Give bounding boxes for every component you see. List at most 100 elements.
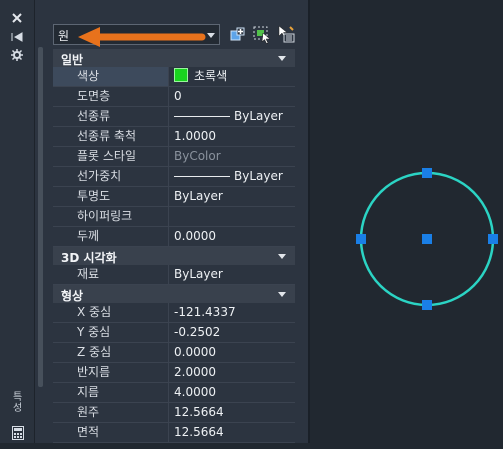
- property-value-text: -121.4337: [174, 305, 236, 319]
- object-type-value: 원: [58, 29, 70, 43]
- property-row[interactable]: 플롯 스타일 ByColor: [53, 147, 295, 167]
- property-name: 면적: [53, 423, 169, 442]
- property-name: 선가중치: [53, 167, 169, 186]
- property-name: Y 중심: [53, 323, 169, 342]
- property-name: 플롯 스타일: [53, 147, 169, 166]
- property-name: 하이퍼링크: [53, 207, 169, 226]
- property-name: 도면층: [53, 87, 169, 106]
- collapse-caret-icon[interactable]: [278, 56, 286, 61]
- property-value[interactable]: ByLayer: [171, 187, 295, 206]
- property-value[interactable]: 0: [171, 87, 295, 106]
- palette-scrollbar[interactable]: [38, 47, 43, 387]
- property-row[interactable]: 도면층 0: [53, 87, 295, 107]
- drawing-canvas[interactable]: [310, 0, 503, 449]
- category-header[interactable]: 3D 시각화: [53, 247, 295, 265]
- property-value[interactable]: ByLayer: [171, 265, 295, 284]
- property-value-text: ByLayer: [234, 169, 283, 183]
- property-name: 반지름: [53, 363, 169, 382]
- property-value[interactable]: [171, 207, 295, 226]
- properties-menu-icon[interactable]: [9, 47, 25, 63]
- property-row[interactable]: 원주 12.5664: [53, 403, 295, 423]
- property-row[interactable]: 선종류 축척 1.0000: [53, 127, 295, 147]
- category-label: 3D 시각화: [61, 251, 117, 265]
- palette-vertical-title: 특성: [13, 392, 23, 414]
- property-grid: 일반 색상 초록색도면층 0 선종류 ByLayer 선종류 축척 1.0000 플롯 스타일 B…: [53, 49, 295, 443]
- property-row[interactable]: 반지름 2.0000: [53, 363, 295, 383]
- selected-circle[interactable]: [310, 0, 503, 449]
- property-value[interactable]: 2.0000: [171, 363, 295, 382]
- category-label: 일반: [61, 53, 84, 67]
- category-header[interactable]: 일반: [53, 49, 295, 67]
- select-objects-icon[interactable]: [252, 24, 272, 44]
- category-label: 형상: [61, 289, 84, 303]
- property-value-text: ByColor: [174, 149, 221, 163]
- property-value-text: 2.0000: [174, 365, 216, 379]
- property-name: 두께: [53, 227, 169, 246]
- property-row[interactable]: Y 중심 -0.2502: [53, 323, 295, 343]
- property-row[interactable]: 두께 0.0000: [53, 227, 295, 247]
- property-row[interactable]: Z 중심 0.0000: [53, 343, 295, 363]
- property-value[interactable]: 0.0000: [171, 343, 295, 362]
- property-name: 재료: [53, 265, 169, 284]
- property-row[interactable]: 면적 12.5664: [53, 423, 295, 443]
- grip-center: [422, 234, 432, 244]
- property-name: X 중심: [53, 303, 169, 322]
- property-value[interactable]: 4.0000: [171, 383, 295, 402]
- linetype-preview-icon: [174, 116, 230, 117]
- quick-select-icon[interactable]: [276, 24, 296, 44]
- property-value[interactable]: -0.2502: [171, 323, 295, 342]
- annotation-arrow-icon: [78, 27, 206, 47]
- category-header[interactable]: 형상: [53, 285, 295, 303]
- property-value[interactable]: 12.5664: [171, 423, 295, 442]
- property-value[interactable]: 12.5664: [171, 403, 295, 422]
- linetype-preview-icon: [174, 176, 230, 177]
- property-value-text: -0.2502: [174, 325, 221, 339]
- collapse-caret-icon[interactable]: [278, 292, 286, 297]
- grip-top: [422, 168, 432, 178]
- grip-right: [488, 234, 498, 244]
- property-value-text: 초록색: [194, 69, 228, 83]
- property-value-text: 12.5664: [174, 405, 224, 419]
- property-name: 선종류: [53, 107, 169, 126]
- property-name: 색상: [53, 67, 169, 86]
- property-name: 원주: [53, 403, 169, 422]
- property-value-text: ByLayer: [174, 189, 223, 203]
- property-value-text: 0.0000: [174, 229, 216, 243]
- property-value[interactable]: -121.4337: [171, 303, 295, 322]
- property-name: 지름: [53, 383, 169, 402]
- property-value[interactable]: ByColor: [171, 147, 295, 166]
- property-value[interactable]: 초록색: [171, 67, 295, 86]
- property-value[interactable]: 1.0000: [171, 127, 295, 146]
- property-row[interactable]: 선가중치 ByLayer: [53, 167, 295, 187]
- close-icon[interactable]: [9, 10, 25, 26]
- property-value-text: 0.0000: [174, 345, 216, 359]
- property-value-text: ByLayer: [174, 267, 223, 281]
- property-value-text: 12.5664: [174, 425, 224, 439]
- grip-left: [356, 234, 366, 244]
- property-value[interactable]: 0.0000: [171, 227, 295, 246]
- property-row[interactable]: 색상 초록색: [53, 67, 295, 87]
- color-swatch-icon: [174, 68, 188, 82]
- quickcalc-icon[interactable]: [12, 426, 24, 440]
- property-value-text: ByLayer: [234, 109, 283, 123]
- property-row[interactable]: 재료 ByLayer: [53, 265, 295, 285]
- palette-title-bar[interactable]: 특성: [0, 0, 35, 443]
- property-row[interactable]: X 중심 -121.4337: [53, 303, 295, 323]
- property-row[interactable]: 투명도 ByLayer: [53, 187, 295, 207]
- grip-bottom: [422, 300, 432, 310]
- property-name: Z 중심: [53, 343, 169, 362]
- auto-hide-icon[interactable]: [9, 29, 25, 45]
- chevron-down-icon[interactable]: [207, 33, 215, 38]
- property-value[interactable]: ByLayer: [171, 107, 295, 126]
- toggle-pickadd-icon[interactable]: [228, 24, 248, 44]
- property-value-text: 0: [174, 89, 182, 103]
- collapse-caret-icon[interactable]: [278, 254, 286, 259]
- property-row[interactable]: 하이퍼링크: [53, 207, 295, 227]
- property-row[interactable]: 지름 4.0000: [53, 383, 295, 403]
- property-name: 투명도: [53, 187, 169, 206]
- property-value-text: 1.0000: [174, 129, 216, 143]
- property-value[interactable]: ByLayer: [171, 167, 295, 186]
- property-name: 선종류 축척: [53, 127, 169, 146]
- property-value-text: 4.0000: [174, 385, 216, 399]
- property-row[interactable]: 선종류 ByLayer: [53, 107, 295, 127]
